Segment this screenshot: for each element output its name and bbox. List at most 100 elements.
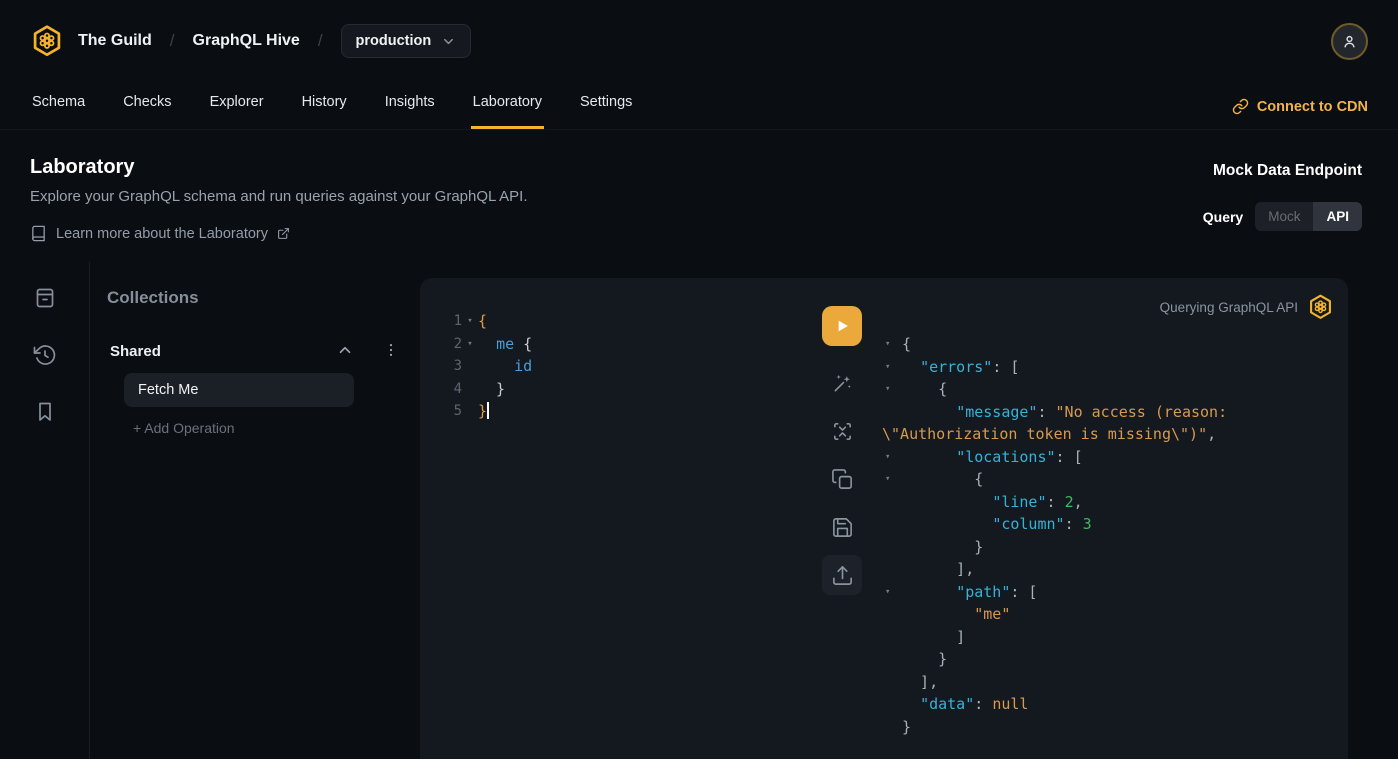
tab-history[interactable]: History xyxy=(300,94,349,129)
editor-line: 1▾{ xyxy=(444,310,804,333)
merge-icon xyxy=(831,420,854,443)
hive-logo-icon xyxy=(1307,293,1334,321)
rail-history-button[interactable] xyxy=(33,343,57,367)
line-number: 5 xyxy=(444,400,462,423)
response-panel: Querying GraphQL API ▾{▾ "errors": [▾ { … xyxy=(882,292,1334,738)
page-subtitle: Explore your GraphQL schema and run quer… xyxy=(30,188,528,205)
chevron-down-icon xyxy=(441,34,456,49)
fold-toggle-icon[interactable]: ▾ xyxy=(462,333,478,356)
response-line: "column": 3 xyxy=(882,513,1334,536)
response-status-row: Querying GraphQL API xyxy=(882,292,1334,322)
tab-explorer[interactable]: Explorer xyxy=(208,94,266,129)
response-line: ▾ "errors": [ xyxy=(882,356,1334,379)
fold-toggle-icon[interactable]: ▾ xyxy=(885,446,890,469)
play-icon xyxy=(832,316,852,336)
share-button[interactable] xyxy=(822,555,862,595)
add-operation-button[interactable]: + Add Operation xyxy=(133,420,402,436)
group-menu-button[interactable] xyxy=(382,341,402,361)
tab-settings[interactable]: Settings xyxy=(578,94,634,129)
code-text: } xyxy=(478,400,489,423)
response-line: ▾ { xyxy=(882,378,1334,401)
response-line: "message": "No access (reason: xyxy=(882,401,1334,424)
editor-line: 2▾ me { xyxy=(444,333,804,356)
endpoint-option-api[interactable]: API xyxy=(1313,202,1362,231)
response-line: ], xyxy=(882,558,1334,581)
copy-icon xyxy=(831,468,854,491)
link-icon xyxy=(1232,98,1249,115)
code-text: } xyxy=(478,378,505,401)
target-selector-value: production xyxy=(356,33,432,49)
graphql-hive-app: The Guild / GraphQL Hive / production Sc… xyxy=(0,0,1398,759)
laboratory-main: Collections Shared Fetch Me + Add Operat… xyxy=(0,262,1398,759)
project-tab-bar: Schema Checks Explorer History Insights Labor… xyxy=(0,82,1398,130)
editor-line: 3 id xyxy=(444,355,804,378)
bookmark-icon xyxy=(33,400,57,424)
top-bar: The Guild / GraphQL Hive / production xyxy=(0,0,1398,82)
response-line: "me" xyxy=(882,603,1334,626)
chevron-up-icon xyxy=(336,341,354,359)
fold-toggle-icon[interactable]: ▾ xyxy=(885,581,890,604)
response-line: ▾ "locations": [ xyxy=(882,446,1334,469)
tab-insights[interactable]: Insights xyxy=(383,94,437,129)
external-link-icon xyxy=(277,227,290,240)
learn-more-link[interactable]: Learn more about the Laboratory xyxy=(30,225,528,242)
rail-bookmark-button[interactable] xyxy=(33,400,57,424)
page-title: Laboratory xyxy=(30,156,528,179)
tab-schema[interactable]: Schema xyxy=(30,94,87,129)
prettify-button[interactable] xyxy=(822,363,862,403)
code-text: id xyxy=(478,355,532,378)
endpoint-option-mock[interactable]: Mock xyxy=(1255,202,1313,231)
breadcrumb-project[interactable]: GraphQL Hive xyxy=(193,32,300,50)
response-line: } xyxy=(882,536,1334,559)
save-button[interactable] xyxy=(822,507,862,547)
mock-endpoint-title: Mock Data Endpoint xyxy=(1203,162,1362,180)
fold-toggle-icon[interactable]: ▾ xyxy=(885,333,890,356)
tab-laboratory[interactable]: Laboratory xyxy=(471,94,544,129)
operation-item[interactable]: Fetch Me xyxy=(124,373,354,407)
collection-group-row: Shared xyxy=(107,341,402,361)
response-line: } xyxy=(882,648,1334,671)
book-icon xyxy=(30,225,47,242)
fold-toggle-icon[interactable]: ▾ xyxy=(462,310,478,333)
merge-button[interactable] xyxy=(822,411,862,451)
fold-toggle-icon[interactable]: ▾ xyxy=(885,356,890,379)
code-text: me { xyxy=(478,333,532,356)
user-avatar[interactable] xyxy=(1331,23,1368,60)
prettify-icon xyxy=(831,372,854,395)
page-header: Laboratory Explore your GraphQL schema a… xyxy=(0,130,1398,242)
collection-group-name: Shared xyxy=(110,343,161,360)
line-number: 3 xyxy=(444,355,462,378)
rail-collection-button[interactable] xyxy=(33,286,57,310)
editor-toolbar xyxy=(822,306,862,595)
editor-line: 4 } xyxy=(444,378,804,401)
copy-button[interactable] xyxy=(822,459,862,499)
person-icon xyxy=(1341,33,1358,50)
fold-toggle-icon[interactable]: ▾ xyxy=(885,378,890,401)
response-line: "line": 2, xyxy=(882,491,1334,514)
save-icon xyxy=(831,516,854,539)
response-line: "data": null xyxy=(882,693,1334,716)
fold-toggle-icon[interactable]: ▾ xyxy=(885,468,890,491)
target-selector-button[interactable]: production xyxy=(341,24,472,58)
response-line: } xyxy=(882,716,1334,739)
response-line: \"Authorization token is missing\")", xyxy=(882,423,1334,446)
tools-rail xyxy=(0,262,90,759)
tab-checks[interactable]: Checks xyxy=(121,94,173,129)
response-status-text: Querying GraphQL API xyxy=(1160,300,1298,315)
response-line: ▾ { xyxy=(882,468,1334,491)
collapse-group-button[interactable] xyxy=(336,341,356,361)
collection-icon xyxy=(33,286,57,310)
text-cursor xyxy=(487,402,489,419)
query-editor[interactable]: 1▾{2▾ me {3 id4 }5} xyxy=(444,310,804,423)
collections-panel: Collections Shared Fetch Me + Add Operat… xyxy=(90,262,420,759)
breadcrumb-separator: / xyxy=(318,31,323,51)
breadcrumb-org[interactable]: The Guild xyxy=(78,32,152,50)
endpoint-toggle: MockAPI xyxy=(1255,202,1362,231)
response-line: ▾ "path": [ xyxy=(882,581,1334,604)
play-button[interactable] xyxy=(822,306,862,346)
collections-title: Collections xyxy=(107,288,402,308)
breadcrumb: The Guild / GraphQL Hive / production xyxy=(78,24,471,58)
connect-to-cdn-link[interactable]: Connect to CDN xyxy=(1232,98,1368,129)
hive-logo-icon[interactable] xyxy=(30,23,64,59)
code-text: { xyxy=(478,310,487,333)
